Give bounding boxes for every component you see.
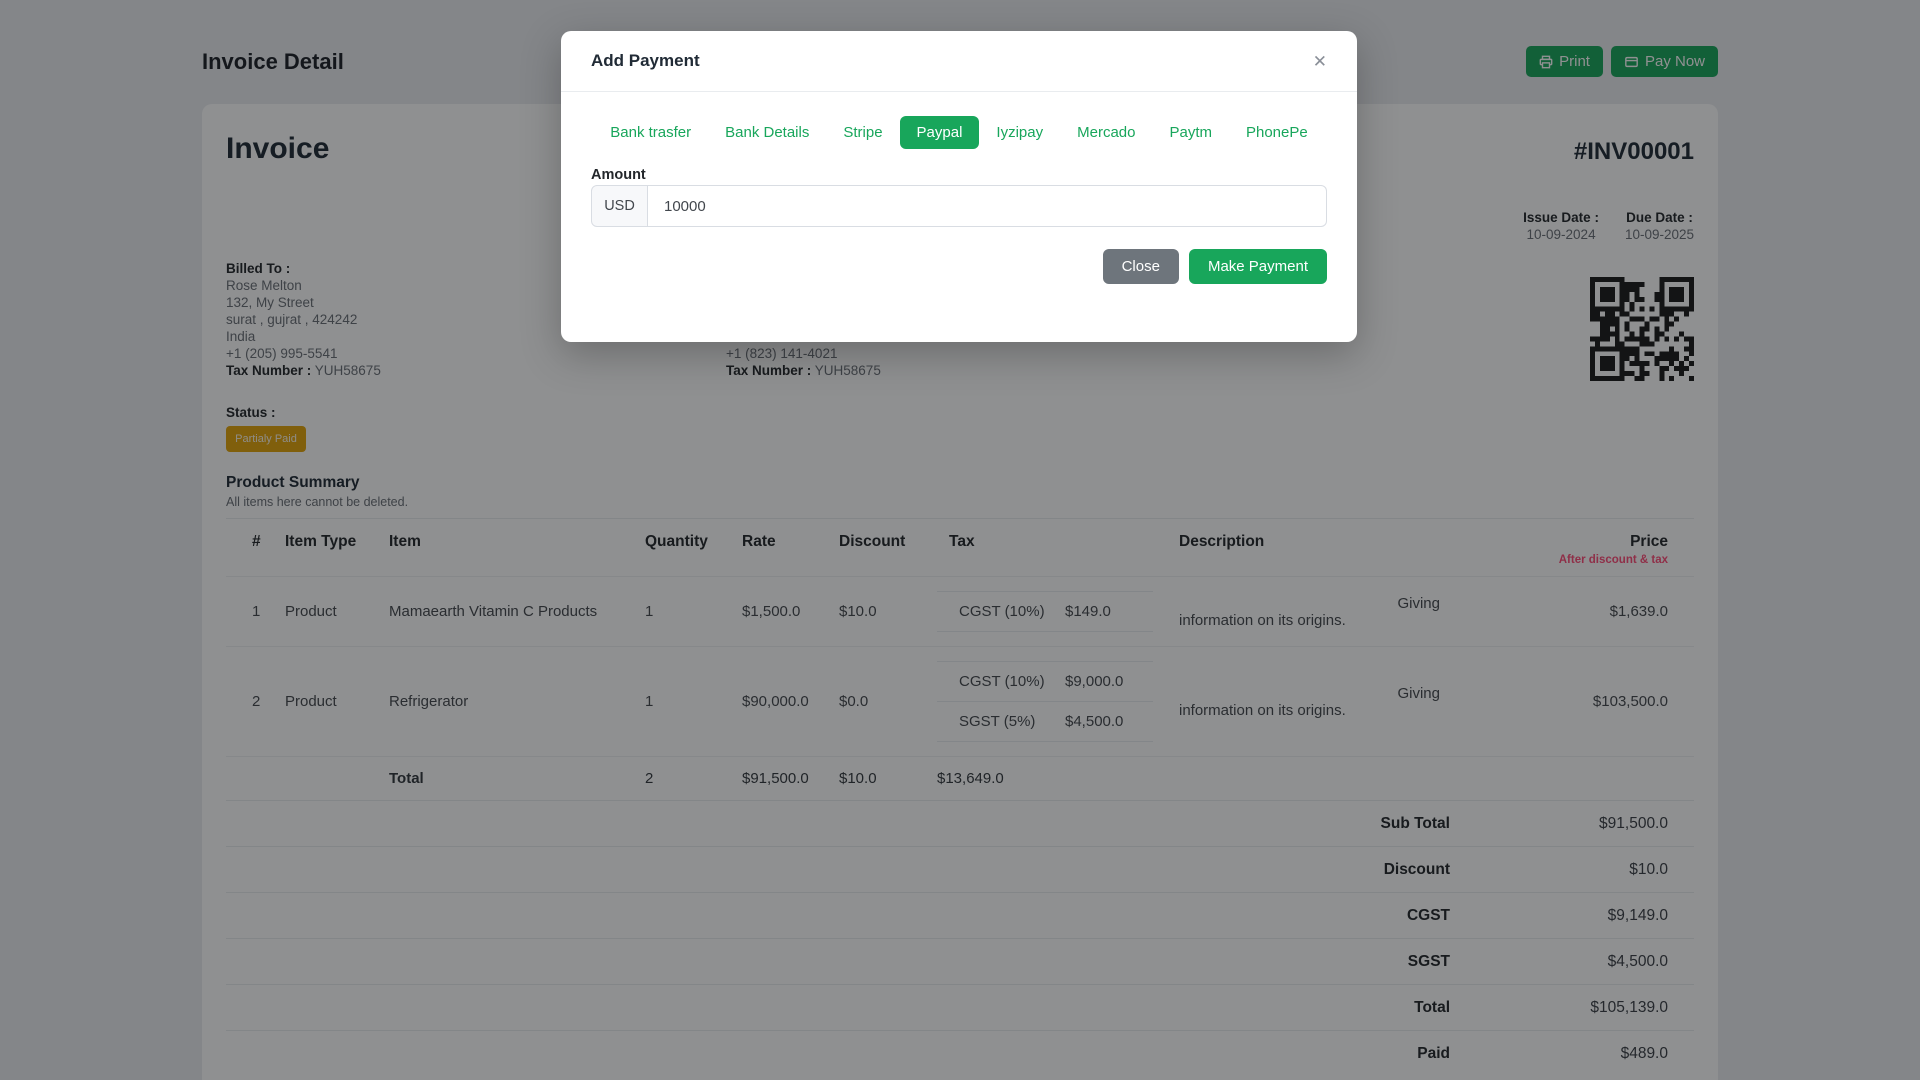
payment-method-tabs: Bank trasfer Bank Details Stripe Paypal …: [561, 116, 1357, 149]
tab-paytm[interactable]: Paytm: [1152, 116, 1229, 149]
amount-label: Amount: [591, 167, 646, 183]
tab-iyzipay[interactable]: Iyzipay: [979, 116, 1060, 149]
make-payment-button[interactable]: Make Payment: [1188, 249, 1327, 284]
tab-bank-transfer[interactable]: Bank trasfer: [593, 116, 708, 149]
tab-mercado[interactable]: Mercado: [1060, 116, 1152, 149]
amount-input[interactable]: [648, 185, 1327, 227]
tab-stripe[interactable]: Stripe: [826, 116, 899, 149]
close-icon[interactable]: ✕: [1313, 53, 1327, 70]
add-payment-modal: Add Payment ✕ Bank trasfer Bank Details …: [561, 31, 1357, 342]
modal-title: Add Payment: [591, 51, 700, 70]
close-button[interactable]: Close: [1102, 249, 1179, 284]
tab-bank-details[interactable]: Bank Details: [708, 116, 826, 149]
tab-phonepe[interactable]: PhonePe: [1229, 116, 1325, 149]
tab-paypal[interactable]: Paypal: [899, 116, 980, 149]
currency-addon: USD: [591, 185, 648, 227]
amount-input-group: USD: [591, 185, 1327, 227]
